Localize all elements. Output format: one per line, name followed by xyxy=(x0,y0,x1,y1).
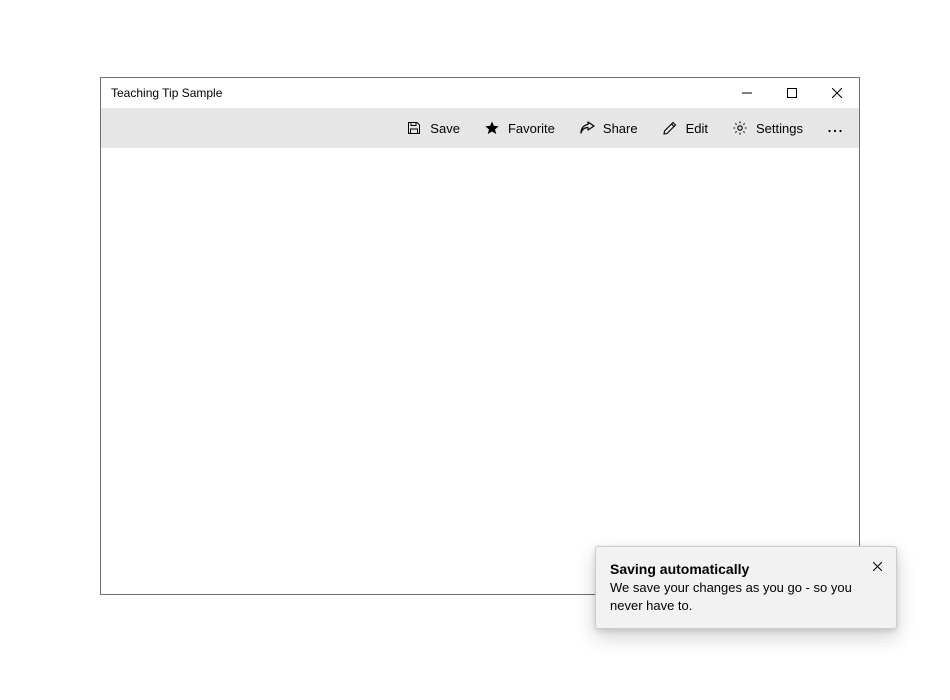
more-button[interactable] xyxy=(815,109,855,147)
app-window: Teaching Tip Sample xyxy=(100,77,860,595)
teaching-tip-title: Saving automatically xyxy=(610,561,858,577)
star-icon xyxy=(484,120,500,136)
content-area xyxy=(101,148,859,594)
save-label: Save xyxy=(430,121,460,136)
settings-button[interactable]: Settings xyxy=(720,109,815,147)
settings-label: Settings xyxy=(756,121,803,136)
favorite-button[interactable]: Favorite xyxy=(472,109,567,147)
close-window-button[interactable] xyxy=(814,78,859,108)
minimize-button[interactable] xyxy=(724,78,769,108)
gear-icon xyxy=(732,120,748,136)
edit-button[interactable]: Edit xyxy=(650,109,720,147)
titlebar-controls xyxy=(724,78,859,108)
command-bar: Save Favorite Share xyxy=(101,108,859,148)
minimize-icon xyxy=(742,88,752,98)
share-button[interactable]: Share xyxy=(567,109,650,147)
save-button[interactable]: Save xyxy=(394,109,472,147)
edit-icon xyxy=(662,120,678,136)
close-icon xyxy=(873,558,882,574)
more-icon xyxy=(827,120,843,136)
teaching-tip: Saving automatically We save your change… xyxy=(595,546,897,629)
teaching-tip-close-button[interactable] xyxy=(868,557,886,575)
maximize-icon xyxy=(787,88,797,98)
save-icon xyxy=(406,120,422,136)
edit-label: Edit xyxy=(686,121,708,136)
maximize-button[interactable] xyxy=(769,78,814,108)
share-label: Share xyxy=(603,121,638,136)
favorite-label: Favorite xyxy=(508,121,555,136)
teaching-tip-subtitle: We save your changes as you go - so you … xyxy=(610,579,858,614)
share-icon xyxy=(579,120,595,136)
titlebar: Teaching Tip Sample xyxy=(101,78,859,108)
window-title: Teaching Tip Sample xyxy=(111,86,724,100)
close-icon xyxy=(832,88,842,98)
